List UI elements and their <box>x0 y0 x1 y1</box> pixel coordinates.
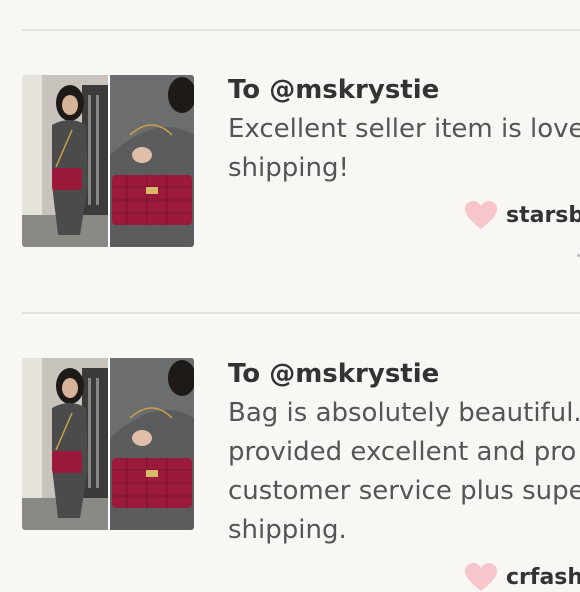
review-comment-line: Excellent seller item is love <box>228 114 580 144</box>
review-recipient[interactable]: To @mskrystie <box>228 74 580 106</box>
listing-photo-image <box>22 75 194 247</box>
top-divider <box>22 29 580 31</box>
review-comment-line: shipping! <box>228 153 349 183</box>
review-comment-line: Bag is absolutely beautiful. <box>228 398 580 428</box>
review-author[interactable]: crfashi <box>464 562 580 592</box>
heart-icon <box>465 563 497 591</box>
review-comment-line: provided excellent and pro <box>228 437 577 467</box>
review-recipient[interactable]: To @mskrystie <box>228 358 580 390</box>
review-author-name[interactable]: crfashi <box>506 565 580 590</box>
listing-photo-image <box>22 358 194 530</box>
review-author[interactable]: starsbl <box>464 200 580 230</box>
review-comment-line: shipping. <box>228 515 347 545</box>
review-comment: Excellent seller item is love shipping! <box>228 110 580 188</box>
review-divider <box>22 312 580 314</box>
review-comment: Bag is absolutely beautiful. provided ex… <box>228 394 580 550</box>
listing-photo[interactable] <box>22 75 194 247</box>
heart-icon <box>465 201 497 229</box>
review-comment-line: customer service plus supe <box>228 476 580 506</box>
listing-photo[interactable] <box>22 358 194 530</box>
review-author-name[interactable]: starsbl <box>506 203 580 228</box>
